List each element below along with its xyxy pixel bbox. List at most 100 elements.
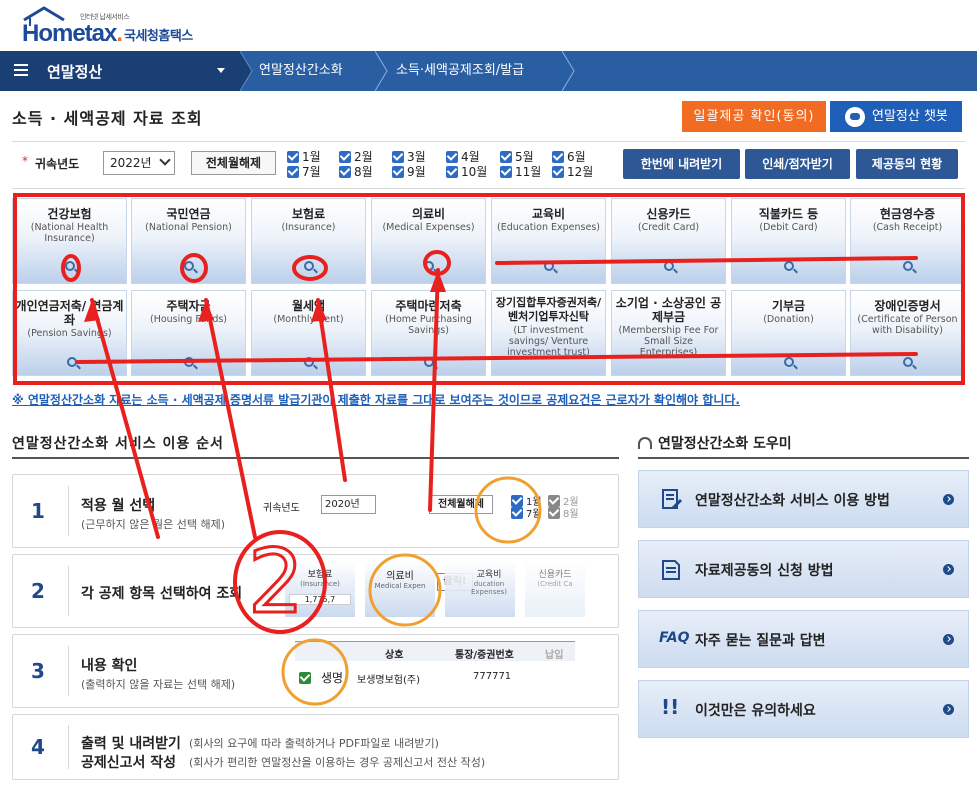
breadcrumb-deduction-lookup[interactable]: 소득·세액공제조회/발급 — [396, 51, 524, 91]
nav-menu-dropdown[interactable]: 연말정산 — [0, 51, 240, 91]
breadcrumb-yearend-simplified[interactable]: 연말정산간소화 — [259, 51, 343, 91]
help-faq[interactable]: FAQ 자주 묻는 질문과 답변 — [638, 610, 969, 668]
nav-separator-icon — [240, 51, 253, 91]
month-checkbox[interactable]: 12월 — [552, 165, 593, 180]
search-icon — [65, 261, 75, 271]
share-consent-status-button[interactable]: 제공동의 현황 — [856, 149, 958, 179]
month-checkbox[interactable]: 6월 — [552, 150, 586, 165]
tile-lt-investment-savings[interactable]: 장기집합투자증권저축/ 벤처기업투자신탁 (LT investment savin… — [491, 290, 606, 376]
hometax-logo[interactable]: 인터넷 납세서비스 Hometax. 국세청홈택스 — [22, 6, 222, 47]
divider — [12, 457, 619, 459]
checkbox-checked-icon — [339, 151, 351, 163]
search-icon — [67, 357, 77, 367]
help-precautions[interactable]: !! 이것만은 유의하세요 — [638, 680, 969, 738]
tile-education-expenses[interactable]: 교육비 (Education Expenses) — [491, 198, 606, 284]
download-once-button[interactable]: 한번에 내려받기 — [623, 149, 740, 179]
step-3: 3 내용 확인 (출력하지 않을 자료는 선택 해제) 상호 통장/증권번호 납… — [12, 634, 619, 708]
tile-disability-certificate[interactable]: 장애인증명서 (Certificate of Person with Disabi… — [850, 290, 965, 376]
notice-text: ※ 연말정산간소화 자료는 소득 · 세액공제 증명서류 발급기관이 제출한 자… — [12, 393, 740, 407]
checkbox-checked-icon — [339, 166, 351, 178]
year-select[interactable]: 2022년 — [103, 151, 175, 175]
month-checkbox[interactable]: 4월 — [446, 150, 480, 165]
page-title: 소득 · 세액공제 자료 조회 — [12, 109, 203, 128]
month-checkboxes: 1월 2월 3월 4월 5월 6월 7월 8월 9월 10월 11월 12월 — [287, 150, 607, 182]
help-usage-guide[interactable]: 연말정산간소화 서비스 이용 방법 — [638, 470, 969, 528]
checkbox-checked-icon — [446, 166, 458, 178]
alert-icon: !! — [661, 695, 680, 719]
tile-national-pension[interactable]: 국민연금 (National Pension) — [131, 198, 246, 284]
chatbot-icon — [845, 107, 865, 127]
tile-home-purchasing-savings[interactable]: 주택마련저축 (Home Purchasing Savings) — [371, 290, 486, 376]
year-select-value: 2022년 — [110, 156, 152, 170]
step-4: 4 출력 및 내려받기 공제신고서 작성 (회사의 요구에 따라 출력하거나 P… — [12, 714, 619, 780]
print-braille-button[interactable]: 인쇄/점자받기 — [745, 149, 850, 179]
nav-separator-icon — [375, 51, 388, 91]
month-checkbox[interactable]: 9월 — [392, 165, 426, 180]
chevron-right-icon — [943, 494, 954, 505]
month-checkbox[interactable]: 1월 — [287, 150, 321, 165]
tile-monthly-rent[interactable]: 월세액 (Monthly Rent) — [251, 290, 366, 376]
checkbox-checked-icon — [500, 151, 512, 163]
step-subtitle: (회사의 요구에 따라 출력하거나 PDF파일로 내려받기) — [189, 737, 439, 750]
chevron-down-icon — [159, 154, 171, 166]
tile-debit-card[interactable]: 직불카드 등 (Debit Card) — [731, 198, 846, 284]
divider — [12, 188, 965, 189]
step-1: 1 적용 월 선택 (근무하지 않은 월은 선택 해제) 귀속년도 2020년 … — [12, 474, 619, 548]
chevron-right-icon — [943, 634, 954, 645]
logo-korean: 국세청홈택스 — [124, 29, 193, 44]
tile-small-business-fee[interactable]: 소기업 · 소상공인 공제부금 (Membership Fee For Small… — [611, 290, 726, 376]
step-subtitle: (출력하지 않을 자료는 선택 해제) — [81, 678, 236, 691]
chevron-right-icon — [943, 564, 954, 575]
tile-credit-card[interactable]: 신용카드 (Credit Card) — [611, 198, 726, 284]
step1-example-image: 귀속년도 2020년 전체월해제 1월 7월 2월 8월 — [255, 491, 595, 520]
tile-donation[interactable]: 기부금 (Donation) — [731, 290, 846, 376]
step-title: 적용 월 선택 — [81, 498, 156, 514]
logo-brand: Hometax. — [22, 20, 123, 47]
step-title: 출력 및 내려받기 — [81, 736, 181, 752]
step-number: 4 — [31, 735, 45, 759]
divider — [12, 141, 965, 142]
chevron-down-icon — [217, 68, 225, 73]
checkbox-checked-icon — [287, 151, 299, 163]
search-icon — [424, 357, 434, 367]
chatbot-button[interactable]: 연말정산 챗봇 — [830, 101, 962, 132]
step-title: 각 공제 항목 선택하여 조회 — [81, 586, 243, 602]
search-icon — [784, 357, 794, 367]
checkbox-checked-icon — [552, 166, 564, 178]
month-checkbox[interactable]: 10월 — [446, 165, 487, 180]
search-icon — [184, 261, 194, 271]
bulk-consent-button[interactable]: 일괄제공 확인(동의) — [682, 101, 826, 132]
search-icon — [304, 261, 314, 271]
search-icon — [903, 357, 913, 367]
tile-insurance[interactable]: 보험료 (Insurance) — [251, 198, 366, 284]
tile-housing-funds[interactable]: 주택자금 (Housing Funds) — [131, 290, 246, 376]
month-checkbox[interactable]: 11월 — [500, 165, 541, 180]
search-icon — [784, 261, 794, 271]
month-checkbox[interactable]: 5월 — [500, 150, 534, 165]
search-icon — [544, 261, 554, 271]
divider — [638, 457, 969, 459]
tile-pension-savings[interactable]: 개인연금저축/ 연금계좌 (Pension Savings) — [12, 290, 127, 376]
month-checkbox[interactable]: 2월 — [339, 150, 373, 165]
tile-medical-expenses[interactable]: 의료비 (Medical Expenses) — [371, 198, 486, 284]
faq-icon: FAQ — [659, 630, 690, 646]
month-checkbox[interactable]: 8월 — [339, 165, 373, 180]
steps-section-title: 연말정산간소화 서비스 이용 순서 — [12, 436, 224, 452]
tile-health-insurance[interactable]: 건강보험 (National Health Insurance) — [12, 198, 127, 284]
deselect-all-months-button[interactable]: 전체월해제 — [191, 151, 276, 175]
help-consent-application[interactable]: 자료제공동의 신청 방법 — [638, 540, 969, 598]
step-title-2: 공제신고서 작성 — [81, 755, 177, 771]
main-navbar: 연말정산 연말정산간소화 소득·세액공제조회/발급 — [0, 51, 977, 91]
required-mark: * — [22, 154, 28, 168]
search-icon — [304, 357, 314, 367]
step-number: 2 — [31, 579, 45, 603]
search-icon — [424, 261, 434, 271]
year-label: 귀속년도 — [35, 157, 80, 171]
checkbox-checked-icon — [500, 166, 512, 178]
month-checkbox[interactable]: 7월 — [287, 165, 321, 180]
step-number: 3 — [31, 659, 45, 683]
month-checkbox[interactable]: 3월 — [392, 150, 426, 165]
tile-cash-receipt[interactable]: 현금영수증 (Cash Receipt) — [850, 198, 965, 284]
checkbox-checked-icon — [392, 166, 404, 178]
step-subtitle-2: (회사가 편리한 연말정산을 이용하는 경우 공제신고서 전산 작성) — [189, 756, 486, 769]
